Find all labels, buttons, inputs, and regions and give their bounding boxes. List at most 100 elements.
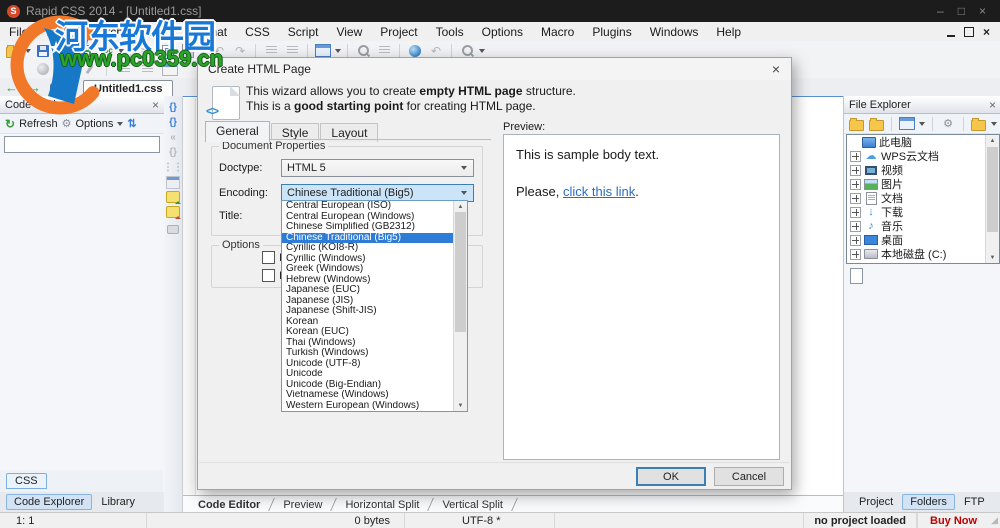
encoding-option[interactable]: Korean (EUC)	[282, 327, 467, 338]
dropdown-scrollbar[interactable]: ▲ ▼	[453, 201, 467, 411]
options-button[interactable]: Options	[75, 118, 113, 130]
doctype-select[interactable]: HTML 5	[281, 159, 474, 177]
nav-back-button[interactable]: ←	[0, 80, 23, 96]
tree-item-wps-cloud[interactable]: ☁ WPS云文档	[847, 149, 999, 163]
scroll-up-icon[interactable]: ▲	[986, 135, 999, 146]
tab-code-explorer[interactable]: Code Explorer	[6, 494, 93, 510]
buy-now-link[interactable]: Buy Now	[917, 513, 989, 528]
tree-scrollbar[interactable]: ▲ ▼	[985, 135, 999, 263]
paste-button[interactable]	[179, 42, 197, 59]
menu-script[interactable]: Script	[279, 25, 328, 39]
minimize-button[interactable]: –	[937, 4, 944, 18]
expand-icon[interactable]	[850, 206, 861, 218]
tree-item-local-disk-c[interactable]: 本地磁盘 (C:)	[847, 247, 999, 261]
open-file-button[interactable]	[4, 43, 22, 59]
encoding-option[interactable]: Korean	[282, 317, 467, 328]
encoding-option[interactable]: Unicode (Big-Endian)	[282, 380, 467, 391]
menu-macro[interactable]: Macro	[532, 25, 583, 39]
dialog-close-icon[interactable]: ×	[772, 61, 791, 77]
menu-help[interactable]: Help	[707, 25, 750, 39]
tree-item-downloads[interactable]: ↓ 下载	[847, 205, 999, 219]
refresh-button[interactable]: Refresh	[19, 118, 58, 130]
encoding-option[interactable]: Chinese Simplified (GB2312)	[282, 222, 467, 233]
scrollbar-thumb[interactable]	[455, 212, 466, 332]
tab-library[interactable]: Library	[94, 495, 142, 509]
more-tools-arrow-icon[interactable]	[479, 48, 485, 53]
tab-horizontal-split[interactable]: Horizontal Split	[334, 499, 430, 511]
braces-button[interactable]: {}	[166, 116, 180, 128]
cancel-button[interactable]: Cancel	[714, 467, 784, 486]
expand-icon[interactable]	[850, 192, 861, 204]
tab-general[interactable]: General	[205, 121, 270, 142]
tree-item-pictures[interactable]: 图片	[847, 177, 999, 191]
ok-button[interactable]: OK	[636, 467, 706, 486]
menu-project[interactable]: Project	[371, 25, 426, 39]
copy-button[interactable]	[158, 43, 176, 59]
view-mode-button[interactable]	[899, 116, 916, 132]
encoding-option[interactable]: Vietnamese (Windows)	[282, 390, 467, 401]
save-button[interactable]	[34, 43, 52, 59]
encoding-option[interactable]: Central European (Windows)	[282, 212, 467, 223]
menu-plugins[interactable]: Plugins	[583, 25, 640, 39]
tab-code-editor[interactable]: Code Editor	[187, 499, 271, 511]
scrollbar-thumb[interactable]	[987, 147, 998, 232]
encoding-option[interactable]: Cyrillic (Windows)	[282, 254, 467, 265]
add-comment-button[interactable]	[166, 191, 181, 204]
tab-vertical-split[interactable]: Vertical Split	[431, 499, 514, 511]
sample-link[interactable]: click this link	[563, 184, 635, 199]
expand-icon[interactable]	[850, 234, 861, 246]
options-dropdown-arrow-icon[interactable]	[117, 121, 124, 126]
scroll-up-icon[interactable]: ▲	[454, 201, 467, 212]
maximize-button[interactable]: □	[958, 4, 965, 18]
expand-icon[interactable]	[850, 150, 861, 162]
view-mode-arrow-icon[interactable]	[919, 121, 926, 126]
braces-disabled-button[interactable]: {}	[166, 146, 180, 158]
tree-item-documents[interactable]: 文档	[847, 191, 999, 205]
box-disabled-button[interactable]	[166, 175, 180, 189]
new-code-block-button[interactable]: {}	[166, 101, 180, 113]
mdi-minimize-button[interactable]	[946, 27, 955, 37]
document-tab-untitled1[interactable]: Untitled1.css	[83, 80, 174, 96]
tab-ftp[interactable]: FTP	[957, 495, 992, 509]
encoding-option[interactable]: Hebrew (Windows)	[282, 275, 467, 286]
layout-dropdown-arrow-icon[interactable]	[335, 48, 341, 53]
folder-go-button[interactable]	[848, 116, 864, 132]
mdi-restore-button[interactable]	[963, 24, 977, 37]
panel-splitter-handle[interactable]	[167, 225, 179, 234]
menu-file[interactable]: File	[0, 25, 37, 39]
encoding-option[interactable]: Cyrillic (KOI8-R)	[282, 243, 467, 254]
menu-search[interactable]: Search	[76, 25, 132, 39]
encoding-option[interactable]: Thai (Windows)	[282, 338, 467, 349]
expand-icon[interactable]	[850, 164, 861, 176]
scroll-down-icon[interactable]: ▼	[986, 252, 999, 263]
menu-tools[interactable]: Tools	[427, 25, 473, 39]
tab-css[interactable]: CSS	[6, 473, 47, 489]
folder-menu-arrow-icon[interactable]	[990, 121, 997, 126]
encoding-option[interactable]: Western European (Windows)	[282, 401, 467, 412]
code-explorer-close-icon[interactable]: ×	[152, 98, 159, 112]
table-button[interactable]	[161, 61, 179, 77]
menu-windows[interactable]: Windows	[641, 25, 708, 39]
pin-button[interactable]	[80, 61, 98, 77]
menu-format[interactable]: Format	[180, 25, 236, 39]
open-dropdown-arrow-icon[interactable]	[25, 48, 31, 53]
encoding-option[interactable]: Turkish (Windows)	[282, 348, 467, 359]
encoding-dropdown-button[interactable]	[456, 186, 472, 200]
nav-forward-button[interactable]: →	[23, 80, 46, 96]
save-all-button[interactable]	[55, 43, 73, 59]
encoding-option[interactable]: Central European (ISO)	[282, 201, 467, 212]
doctype-dropdown-button[interactable]	[456, 161, 472, 175]
encoding-option[interactable]: Japanese (Shift-JIS)	[282, 306, 467, 317]
comment-button[interactable]	[57, 61, 75, 77]
menu-options[interactable]: Options	[473, 25, 532, 39]
sort-icon[interactable]: ⇅	[127, 117, 136, 130]
settings-button[interactable]: ⚙	[940, 116, 956, 132]
tree-item-videos[interactable]: 视频	[847, 163, 999, 177]
document-list-button[interactable]	[46, 83, 77, 96]
folder-menu-button[interactable]	[971, 116, 987, 132]
tab-project[interactable]: Project	[852, 495, 900, 509]
expand-icon[interactable]	[850, 248, 861, 260]
numbered-list-button[interactable]	[138, 61, 156, 77]
encoding-option[interactable]: Japanese (JIS)	[282, 296, 467, 307]
menu-view[interactable]: View	[327, 25, 371, 39]
